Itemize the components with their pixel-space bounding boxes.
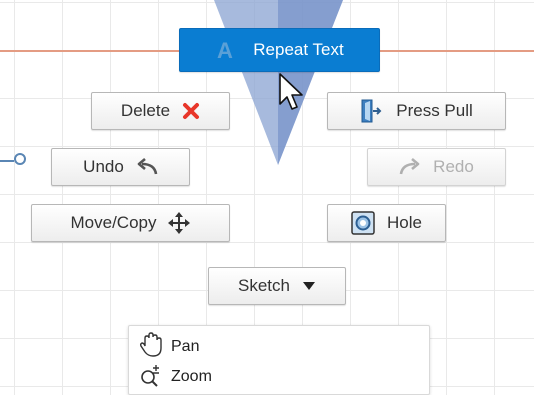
move-copy-button[interactable]: Move/Copy	[31, 204, 230, 242]
navigation-submenu: Pan Zoom	[128, 325, 430, 395]
chevron-down-icon	[302, 281, 316, 291]
repeat-text-button[interactable]: A Repeat Text	[179, 28, 380, 72]
text-icon: A	[215, 38, 241, 62]
hole-icon	[351, 211, 375, 235]
hand-icon	[139, 331, 163, 363]
hole-button[interactable]: Hole	[327, 204, 446, 242]
origin-stem	[0, 160, 14, 162]
redo-button[interactable]: Redo	[367, 148, 506, 186]
move-arrows-icon	[168, 212, 191, 234]
sketch-label: Sketch	[238, 276, 290, 295]
undo-label: Undo	[83, 157, 124, 176]
sketch-dropdown-button[interactable]: Sketch	[208, 267, 346, 305]
zoom-label: Zoom	[171, 368, 212, 385]
redo-label: Redo	[433, 157, 474, 176]
hole-label: Hole	[387, 213, 422, 232]
mouse-cursor-icon	[279, 73, 303, 110]
undo-button[interactable]: Undo	[51, 148, 190, 186]
submenu-item-zoom[interactable]: Zoom	[139, 364, 212, 390]
press-pull-button[interactable]: Press Pull	[327, 92, 506, 130]
svg-text:A: A	[217, 38, 233, 62]
submenu-item-pan[interactable]: Pan	[139, 331, 200, 363]
repeat-text-label: Repeat Text	[253, 40, 344, 59]
delete-x-icon	[182, 102, 200, 120]
redo-arrow-icon	[399, 158, 421, 176]
press-pull-label: Press Pull	[396, 101, 473, 120]
zoom-icon	[139, 363, 163, 392]
delete-label: Delete	[120, 101, 171, 120]
origin-point	[14, 153, 26, 165]
undo-arrow-icon	[136, 158, 158, 176]
pan-label: Pan	[171, 338, 200, 355]
move-copy-label: Move/Copy	[70, 213, 157, 232]
delete-button[interactable]: Delete	[91, 92, 230, 130]
press-pull-icon	[360, 98, 384, 124]
